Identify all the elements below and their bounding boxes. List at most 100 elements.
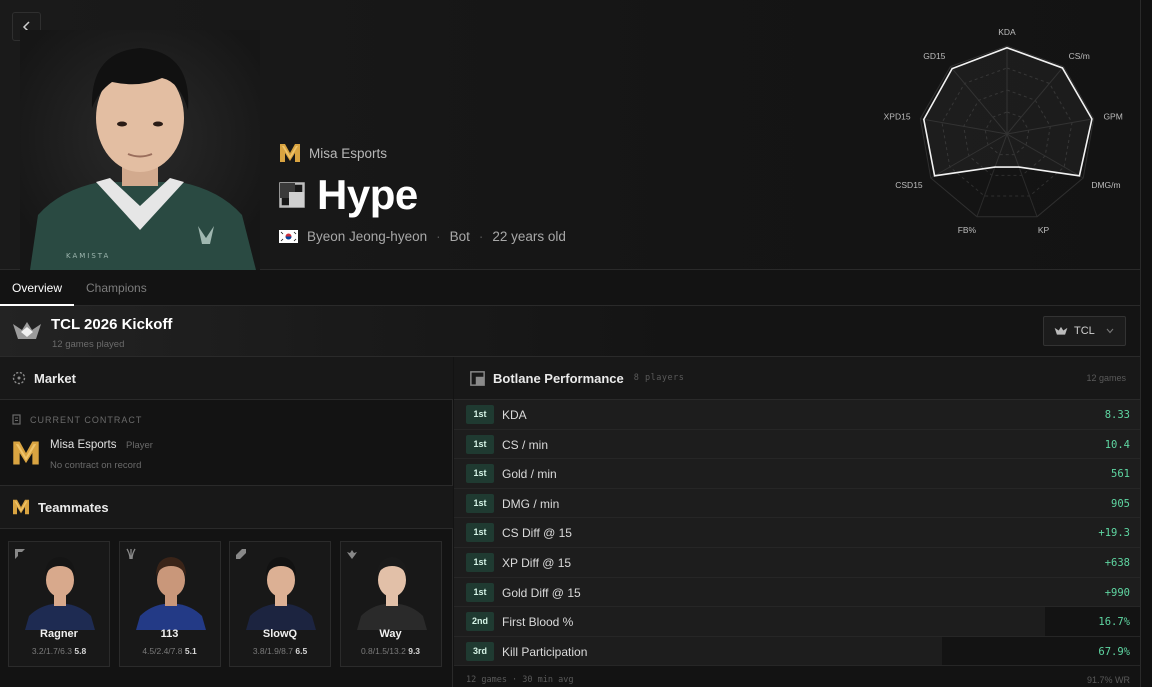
chevron-down-icon xyxy=(1106,328,1114,334)
radar-label: CSD15 xyxy=(895,180,923,190)
teammates-list: Ragner 3.2/1.7/6.3 5.8 113 4.5/2.4/7.8 5.1 S… xyxy=(0,541,453,687)
performance-footer: 12 games · 30 min avg xyxy=(466,675,574,685)
teammate-stats: 3.8/1.9/8.7 6.5 xyxy=(230,646,330,656)
teammate-name: Ragner xyxy=(40,628,78,640)
teammate-avatar xyxy=(135,557,206,630)
performance-row[interactable]: 1st Gold / min 561 xyxy=(454,459,1140,489)
player-hero: KAMISTA Misa Esports Hype Byeon Jeong-hy… xyxy=(0,0,1140,270)
teammate-kda: 3.8/1.9/8.7 xyxy=(252,646,293,656)
player-profile-page: KAMISTA Misa Esports Hype Byeon Jeong-hy… xyxy=(0,0,1141,687)
teammate-stats: 3.2/1.7/6.3 5.8 xyxy=(9,646,109,656)
profile-tabs: Overview Champions xyxy=(0,271,1140,306)
bot-role-icon xyxy=(470,370,485,386)
bot-role-icon xyxy=(279,182,305,208)
stat-value: 8.33 xyxy=(1104,409,1130,421)
tab-overview[interactable]: Overview xyxy=(0,271,75,306)
misa-esports-logo-icon xyxy=(13,499,29,515)
teammate-kda: 0.8/1.5/13.2 xyxy=(360,646,406,656)
stat-value: +19.3 xyxy=(1098,527,1130,540)
tcl-league-logo-icon xyxy=(1054,326,1068,335)
teammate-score: 6.5 xyxy=(295,646,308,656)
teammate-avatar xyxy=(246,557,316,630)
player-name: Hype xyxy=(317,171,418,218)
stat-label: Kill Participation xyxy=(502,644,588,659)
stat-label: Gold Diff @ 15 xyxy=(502,585,581,600)
teammate-name: Way xyxy=(379,628,402,640)
stat-value: 561 xyxy=(1111,468,1130,481)
stat-label: CS / min xyxy=(502,437,549,452)
contract-label-row: CURRENT CONTRACT xyxy=(12,414,142,425)
contract-team[interactable]: Misa Esports xyxy=(50,439,116,451)
radar-label: KDA xyxy=(998,27,1016,37)
stat-label: First Blood % xyxy=(502,615,574,630)
radar-label: FB% xyxy=(958,225,977,235)
performance-player-count: 8 players xyxy=(633,373,685,383)
stat-label: DMG / min xyxy=(502,496,560,511)
stat-value: 16.7% xyxy=(1098,616,1130,629)
team-name[interactable]: Misa Esports xyxy=(309,146,387,161)
contract-note: No contract on record xyxy=(50,460,142,471)
stat-label: KDA xyxy=(502,408,527,422)
radar-label: KP xyxy=(1038,225,1050,235)
performance-row[interactable]: 3rd Kill Participation 67.9% xyxy=(454,636,1140,667)
stat-label: XP Diff @ 15 xyxy=(502,556,572,570)
performance-row[interactable]: 1st CS Diff @ 15 +19.3 xyxy=(454,518,1140,548)
misa-esports-logo-icon xyxy=(13,441,39,465)
radar-label: GD15 xyxy=(923,51,945,61)
teammate-name: 113 xyxy=(160,628,179,640)
rank-badge: 1st xyxy=(466,464,494,484)
player-role: Bot xyxy=(449,229,470,244)
teammate-kda: 3.2/1.7/6.3 xyxy=(31,646,72,656)
teammates-header: Teammates xyxy=(0,486,453,529)
performance-bar xyxy=(454,459,1140,488)
teammate-card[interactable]: Way 0.8/1.5/13.2 9.3 xyxy=(339,541,442,667)
performance-row[interactable]: 1st CS / min 10.4 xyxy=(454,429,1140,460)
tab-champions[interactable]: Champions xyxy=(74,271,159,306)
performance-row[interactable]: 1st Gold Diff @ 15 +990 xyxy=(454,577,1140,608)
player-name-row: Hype xyxy=(279,170,418,220)
player-real-name: Byeon Jeong-hyeon xyxy=(307,229,428,244)
rank-badge: 1st xyxy=(466,582,494,602)
rank-badge: 1st xyxy=(466,523,494,543)
teammate-card[interactable]: SlowQ 3.8/1.9/8.7 6.5 xyxy=(229,541,331,667)
right-column: Botlane Performance 8 players 12 games 1… xyxy=(454,357,1140,687)
stat-value: 67.9% xyxy=(1098,645,1130,658)
rank-badge: 1st xyxy=(466,405,494,424)
teammate-card[interactable]: 113 4.5/2.4/7.8 5.1 xyxy=(118,541,221,667)
league-select[interactable]: TCL xyxy=(1043,316,1126,346)
teammate-avatar xyxy=(356,557,427,630)
radar-label: XPD15 xyxy=(884,111,911,121)
rank-badge: 2nd xyxy=(466,612,494,632)
team-affiliation: Misa Esports xyxy=(279,143,387,163)
player-portrait: KAMISTA xyxy=(20,30,260,270)
teammate-score: 5.8 xyxy=(74,646,87,656)
performance-games: 12 games xyxy=(1086,373,1126,383)
performance-row[interactable]: 1st KDA 8.33 xyxy=(454,400,1140,430)
performance-row[interactable]: 1st XP Diff @ 15 +638 xyxy=(454,548,1140,578)
teammate-avatar xyxy=(25,557,95,630)
performance-bar xyxy=(454,429,1140,459)
contract-role: Player xyxy=(126,440,153,451)
teammate-card[interactable]: Ragner 3.2/1.7/6.3 5.8 xyxy=(8,541,110,667)
teammate-score: 5.1 xyxy=(184,646,197,656)
tournament-title: TCL 2026 Kickoff xyxy=(51,316,173,333)
market-icon xyxy=(12,371,26,385)
performance-header: Botlane Performance 8 players 12 games xyxy=(454,357,1140,400)
performance-row[interactable]: 2nd First Blood % 16.7% xyxy=(454,607,1140,637)
performance-title: Botlane Performance xyxy=(493,370,624,386)
performance-row[interactable]: 1st DMG / min 905 xyxy=(454,488,1140,519)
radar-value-polygon xyxy=(922,46,1093,177)
radar-label: GPM xyxy=(1103,111,1122,121)
stat-label: CS Diff @ 15 xyxy=(502,526,572,541)
market-header: Market xyxy=(0,357,453,400)
tcl-league-logo-icon xyxy=(13,322,41,339)
stat-value: +638 xyxy=(1104,557,1130,569)
stats-radar-chart: KDA CS/m GPM DMG/m KP FB% CSD15 XPD15 GD15 xyxy=(884,27,1123,235)
radar-label: DMG/m xyxy=(1091,180,1120,190)
teammate-kda: 4.5/2.4/7.8 xyxy=(142,646,183,656)
tournament-bar: TCL 2026 Kickoff 12 games played TCL xyxy=(0,306,1140,357)
player-meta: Byeon Jeong-hyeon · Bot · 22 years old xyxy=(279,229,566,244)
rank-badge: 1st xyxy=(466,434,494,454)
radar-label: CS/m xyxy=(1069,51,1090,61)
tournament-games-played: 12 games played xyxy=(52,339,125,350)
